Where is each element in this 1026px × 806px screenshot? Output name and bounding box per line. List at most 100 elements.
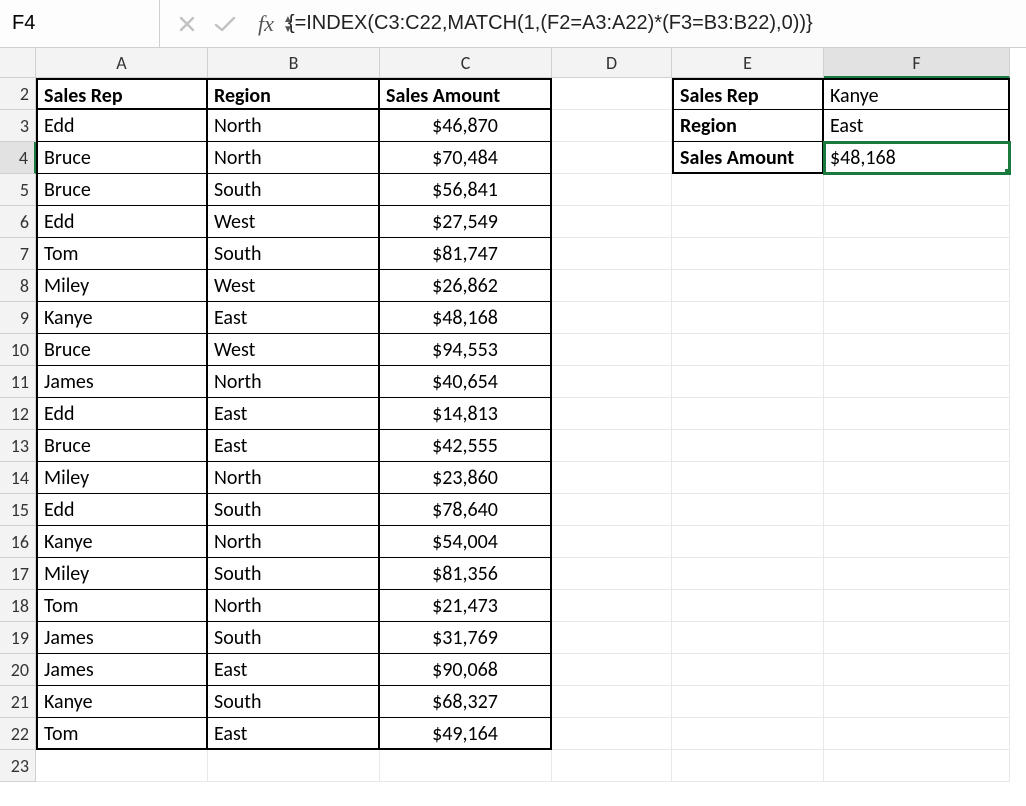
cell-C21[interactable]: $68,327 [380, 686, 552, 718]
row-header-5[interactable]: 5 [0, 174, 36, 206]
row-header-20[interactable]: 20 [0, 654, 36, 686]
cell-F5[interactable] [824, 174, 1010, 206]
cell-B5[interactable]: South [208, 174, 380, 206]
cell-F19[interactable] [824, 622, 1010, 654]
cell-D5[interactable] [552, 174, 672, 206]
cell-D4[interactable] [552, 142, 672, 174]
cell-A8[interactable]: Miley [36, 270, 208, 302]
cell-B3[interactable]: North [208, 110, 380, 142]
cell-E4[interactable]: Sales Amount [672, 142, 824, 174]
cell-D19[interactable] [552, 622, 672, 654]
cell-F14[interactable] [824, 462, 1010, 494]
cell-B21[interactable]: South [208, 686, 380, 718]
cell-D20[interactable] [552, 654, 672, 686]
row-header-16[interactable]: 16 [0, 526, 36, 558]
row-header-14[interactable]: 14 [0, 462, 36, 494]
cell-E7[interactable] [672, 238, 824, 270]
cell-D8[interactable] [552, 270, 672, 302]
cell-F22[interactable] [824, 718, 1010, 750]
cell-A2[interactable]: Sales Rep [36, 78, 208, 110]
cell-C12[interactable]: $14,813 [380, 398, 552, 430]
cell-E19[interactable] [672, 622, 824, 654]
cell-D23[interactable] [552, 750, 672, 782]
cell-B13[interactable]: East [208, 430, 380, 462]
cell-F21[interactable] [824, 686, 1010, 718]
select-all-corner[interactable] [0, 48, 36, 78]
cell-A23[interactable] [36, 750, 208, 782]
cell-C22[interactable]: $49,164 [380, 718, 552, 750]
cell-E17[interactable] [672, 558, 824, 590]
cell-B18[interactable]: North [208, 590, 380, 622]
cell-A11[interactable]: James [36, 366, 208, 398]
row-header-4[interactable]: 4 [0, 142, 36, 174]
cell-A22[interactable]: Tom [36, 718, 208, 750]
cell-F4[interactable]: $48,168 [824, 142, 1010, 174]
cell-E20[interactable] [672, 654, 824, 686]
cell-C18[interactable]: $21,473 [380, 590, 552, 622]
cell-F9[interactable] [824, 302, 1010, 334]
cell-D7[interactable] [552, 238, 672, 270]
cell-B17[interactable]: South [208, 558, 380, 590]
cell-C11[interactable]: $40,654 [380, 366, 552, 398]
cell-B23[interactable] [208, 750, 380, 782]
cell-D13[interactable] [552, 430, 672, 462]
row-header-13[interactable]: 13 [0, 430, 36, 462]
row-header-2[interactable]: 2 [0, 78, 36, 110]
cell-E16[interactable] [672, 526, 824, 558]
cell-C17[interactable]: $81,356 [380, 558, 552, 590]
cell-F3[interactable]: East [824, 110, 1010, 142]
row-header-9[interactable]: 9 [0, 302, 36, 334]
cell-B10[interactable]: West [208, 334, 380, 366]
cell-A16[interactable]: Kanye [36, 526, 208, 558]
cancel-icon[interactable] [178, 15, 196, 33]
cell-C7[interactable]: $81,747 [380, 238, 552, 270]
cell-E10[interactable] [672, 334, 824, 366]
cell-A17[interactable]: Miley [36, 558, 208, 590]
cell-B19[interactable]: South [208, 622, 380, 654]
row-header-3[interactable]: 3 [0, 110, 36, 142]
cell-A10[interactable]: Bruce [36, 334, 208, 366]
col-header-A[interactable]: A [36, 48, 208, 78]
cell-F13[interactable] [824, 430, 1010, 462]
cell-C20[interactable]: $90,068 [380, 654, 552, 686]
cell-C5[interactable]: $56,841 [380, 174, 552, 206]
cell-B20[interactable]: East [208, 654, 380, 686]
cell-A7[interactable]: Tom [36, 238, 208, 270]
col-header-B[interactable]: B [208, 48, 380, 78]
cell-D3[interactable] [552, 110, 672, 142]
cell-A14[interactable]: Miley [36, 462, 208, 494]
row-header-12[interactable]: 12 [0, 398, 36, 430]
cell-B14[interactable]: North [208, 462, 380, 494]
cell-A19[interactable]: James [36, 622, 208, 654]
cell-C23[interactable] [380, 750, 552, 782]
cell-A15[interactable]: Edd [36, 494, 208, 526]
row-header-7[interactable]: 7 [0, 238, 36, 270]
cell-D12[interactable] [552, 398, 672, 430]
cell-C2[interactable]: Sales Amount [380, 78, 552, 110]
formula-input[interactable] [284, 10, 1026, 37]
cell-D18[interactable] [552, 590, 672, 622]
cell-C4[interactable]: $70,484 [380, 142, 552, 174]
cell-D2[interactable] [552, 78, 672, 110]
cell-A4[interactable]: Bruce [36, 142, 208, 174]
cell-F12[interactable] [824, 398, 1010, 430]
cell-B11[interactable]: North [208, 366, 380, 398]
cell-F2[interactable]: Kanye [824, 78, 1010, 110]
row-header-19[interactable]: 19 [0, 622, 36, 654]
cell-D9[interactable] [552, 302, 672, 334]
cell-A13[interactable]: Bruce [36, 430, 208, 462]
cell-C6[interactable]: $27,549 [380, 206, 552, 238]
cell-C16[interactable]: $54,004 [380, 526, 552, 558]
row-header-11[interactable]: 11 [0, 366, 36, 398]
cell-A5[interactable]: Bruce [36, 174, 208, 206]
cell-C8[interactable]: $26,862 [380, 270, 552, 302]
cell-B4[interactable]: North [208, 142, 380, 174]
cell-C13[interactable]: $42,555 [380, 430, 552, 462]
cell-A18[interactable]: Tom [36, 590, 208, 622]
cell-E2[interactable]: Sales Rep [672, 78, 824, 110]
row-header-10[interactable]: 10 [0, 334, 36, 366]
cell-F23[interactable] [824, 750, 1010, 782]
cell-F7[interactable] [824, 238, 1010, 270]
row-header-22[interactable]: 22 [0, 718, 36, 750]
cell-E13[interactable] [672, 430, 824, 462]
